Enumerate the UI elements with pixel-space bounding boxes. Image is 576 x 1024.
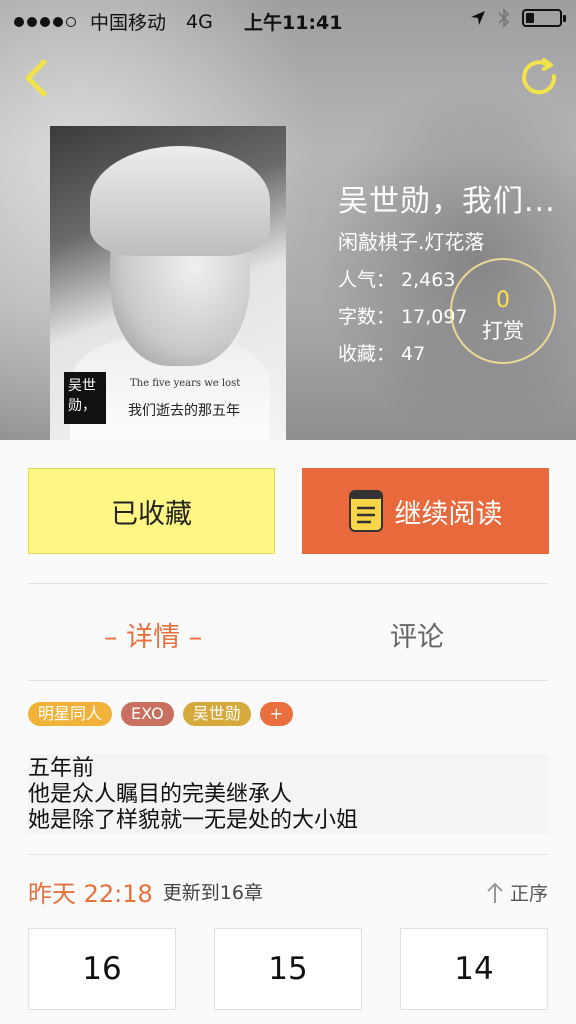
- status-bar: 中国移动 4G 上午11:41: [0, 0, 576, 40]
- summary-line: 五年前: [28, 756, 95, 781]
- refresh-icon: [522, 58, 557, 95]
- chapter-list: 16 15 14: [28, 928, 548, 1010]
- back-button[interactable]: [14, 56, 58, 100]
- tab-bar: – 详情 – 评论: [0, 585, 576, 679]
- divider: [28, 583, 548, 584]
- tip-count: 0: [496, 288, 510, 313]
- tab-detail[interactable]: – 详情 –: [104, 615, 202, 654]
- book-author[interactable]: 闲敲棋子.灯花落: [338, 226, 556, 255]
- favorited-button[interactable]: 已收藏: [28, 468, 275, 554]
- chapter-button[interactable]: 16: [28, 928, 176, 1010]
- status-left: 中国移动 4G: [14, 8, 213, 35]
- arrow-up-icon: [487, 882, 503, 903]
- clock: 上午11:41: [244, 12, 343, 34]
- chapter-button[interactable]: 15: [214, 928, 362, 1010]
- update-info: 昨天 22:18 更新到16章 正序: [28, 876, 548, 908]
- book-cover[interactable]: 吴世 勋， The five years we lost 我们逝去的那五年: [50, 126, 286, 440]
- tag-chip[interactable]: 吴世勋: [182, 702, 251, 726]
- chapter-button[interactable]: 14: [400, 928, 548, 1010]
- battery-icon: [522, 9, 566, 27]
- chevron-left-icon: [25, 59, 47, 97]
- book-title: 吴世勋，我们...: [338, 184, 556, 219]
- refresh-button[interactable]: [518, 56, 562, 100]
- summary-line: 她是除了样貌就一无是处的大小姐: [28, 808, 359, 833]
- tag-list: 明星同人 EXO 吴世勋 +: [28, 702, 294, 726]
- continue-reading-button[interactable]: 继续阅读: [302, 468, 549, 554]
- sort-order-toggle[interactable]: 正序: [486, 879, 548, 906]
- update-time: 昨天 22:18: [28, 879, 153, 908]
- book-summary: 五年前 他是众人瞩目的完美继承人 她是除了样貌就一无是处的大小姐: [28, 754, 548, 834]
- divider: [28, 680, 548, 681]
- book-icon: [348, 490, 383, 532]
- signal-strength-icon: [14, 16, 76, 27]
- location-arrow-icon: [471, 11, 485, 25]
- tab-comments[interactable]: 评论: [390, 615, 444, 654]
- add-tag-button[interactable]: +: [259, 702, 294, 726]
- divider: [28, 854, 548, 855]
- cover-subtitle-cn: 我们逝去的那五年: [128, 403, 240, 419]
- carrier-name: 中国移动: [90, 12, 167, 34]
- tag-chip[interactable]: 明星同人: [28, 702, 113, 726]
- summary-line: 他是众人瞩目的完美继承人: [28, 782, 293, 807]
- cover-stamp: 吴世 勋，: [64, 372, 106, 424]
- network-type: 4G: [186, 10, 213, 33]
- cover-subtitle-en: The five years we lost: [130, 378, 241, 389]
- battery-level: [526, 13, 534, 23]
- bluetooth-icon: [498, 8, 510, 28]
- tip-label: 打赏: [482, 319, 524, 343]
- update-chapter: 更新到16章: [162, 881, 263, 904]
- tip-button[interactable]: 0 打赏: [450, 258, 556, 364]
- status-right: [470, 8, 566, 28]
- tag-chip[interactable]: EXO: [121, 702, 174, 726]
